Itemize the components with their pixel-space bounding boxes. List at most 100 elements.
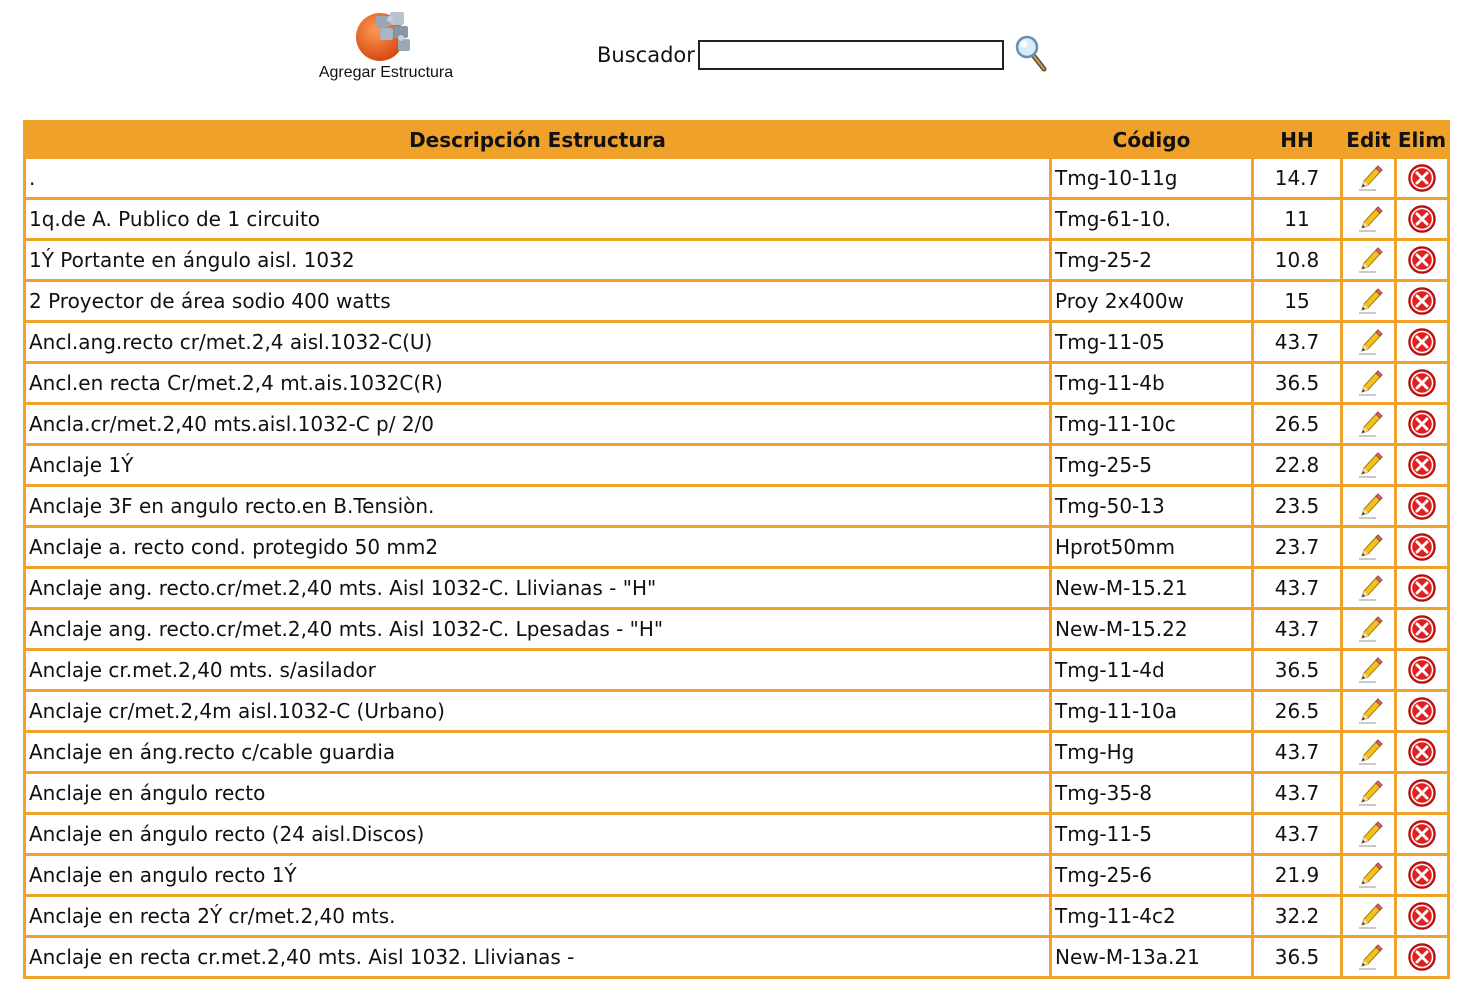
delete-icon	[1408, 205, 1436, 233]
cell-description: 1Ý Portante en ángulo aisl. 1032	[26, 241, 1049, 279]
pencil-icon	[1358, 247, 1383, 273]
delete-button[interactable]	[1397, 487, 1447, 525]
table-row: Anclaje en recta cr.met.2,40 mts. Aisl 1…	[26, 938, 1447, 976]
delete-button[interactable]	[1397, 323, 1447, 361]
cell-hh: 43.7	[1254, 733, 1340, 771]
edit-button[interactable]	[1343, 856, 1394, 894]
add-structure-button[interactable]: Agregar Estructura	[308, 8, 464, 88]
edit-button[interactable]	[1343, 200, 1394, 238]
edit-button[interactable]	[1343, 487, 1394, 525]
cell-code: Tmg-11-10c	[1052, 405, 1251, 443]
cell-hh: 36.5	[1254, 938, 1340, 976]
edit-button[interactable]	[1343, 610, 1394, 648]
edit-button[interactable]	[1343, 159, 1394, 197]
search-input[interactable]	[698, 40, 1004, 70]
cell-code: Tmg-11-05	[1052, 323, 1251, 361]
edit-button[interactable]	[1343, 692, 1394, 730]
magnifier-icon	[1015, 35, 1047, 72]
delete-button[interactable]	[1397, 405, 1447, 443]
cell-description: Anclaje 3F en angulo recto.en B.Tensiòn.	[26, 487, 1049, 525]
delete-icon	[1408, 451, 1436, 479]
edit-button[interactable]	[1343, 241, 1394, 279]
delete-icon	[1408, 533, 1436, 561]
table-body: . Tmg-10-11g 14.7 1q.de A. Publico de 1 cir…	[26, 159, 1447, 976]
cell-hh: 26.5	[1254, 692, 1340, 730]
cell-description: Anclaje en ángulo recto (24 aisl.Discos)	[26, 815, 1049, 853]
delete-button[interactable]	[1397, 692, 1447, 730]
cell-code: Tmg-Hg	[1052, 733, 1251, 771]
pencil-icon	[1358, 657, 1383, 683]
edit-button[interactable]	[1343, 897, 1394, 935]
delete-icon	[1408, 902, 1436, 930]
delete-button[interactable]	[1397, 528, 1447, 566]
cell-code: Tmg-10-11g	[1052, 159, 1251, 197]
delete-icon	[1408, 697, 1436, 725]
delete-icon	[1408, 492, 1436, 520]
cell-code: Proy 2x400w	[1052, 282, 1251, 320]
delete-button[interactable]	[1397, 364, 1447, 402]
cell-description: Anclaje en angulo recto 1Ý	[26, 856, 1049, 894]
header-code[interactable]: Código	[1052, 123, 1251, 156]
edit-button[interactable]	[1343, 569, 1394, 607]
cell-hh: 23.7	[1254, 528, 1340, 566]
cell-description: Ancla.cr/met.2,40 mts.aisl.1032-C p/ 2/0	[26, 405, 1049, 443]
cell-code: Tmg-50-13	[1052, 487, 1251, 525]
edit-button[interactable]	[1343, 651, 1394, 689]
cell-hh: 43.7	[1254, 323, 1340, 361]
delete-button[interactable]	[1397, 159, 1447, 197]
search-button[interactable]	[1014, 34, 1048, 72]
header-description[interactable]: Descripción Estructura	[26, 123, 1049, 156]
delete-button[interactable]	[1397, 856, 1447, 894]
delete-button[interactable]	[1397, 610, 1447, 648]
edit-button[interactable]	[1343, 733, 1394, 771]
pencil-icon	[1358, 411, 1383, 437]
edit-button[interactable]	[1343, 364, 1394, 402]
edit-button[interactable]	[1343, 282, 1394, 320]
cell-description: Anclaje en recta 2Ý cr/met.2,40 mts.	[26, 897, 1049, 935]
edit-button[interactable]	[1343, 323, 1394, 361]
cell-description: 1q.de A. Publico de 1 circuito	[26, 200, 1049, 238]
cell-code: Tmg-25-2	[1052, 241, 1251, 279]
table-row: 1Ý Portante en ángulo aisl. 1032 Tmg-25-2…	[26, 241, 1447, 279]
edit-button[interactable]	[1343, 446, 1394, 484]
pencil-icon	[1358, 288, 1383, 314]
cell-description: Ancl.en recta Cr/met.2,4 mt.ais.1032C(R)	[26, 364, 1049, 402]
cell-hh: 21.9	[1254, 856, 1340, 894]
table-row: 2 Proyector de área sodio 400 watts Proy …	[26, 282, 1447, 320]
table-row: Ancl.ang.recto cr/met.2,4 aisl.1032-C(U)…	[26, 323, 1447, 361]
edit-button[interactable]	[1343, 815, 1394, 853]
edit-button[interactable]	[1343, 774, 1394, 812]
cell-code: New-M-13a.21	[1052, 938, 1251, 976]
edit-button[interactable]	[1343, 405, 1394, 443]
table-row: Anclaje en recta 2Ý cr/met.2,40 mts. Tmg-…	[26, 897, 1447, 935]
pencil-icon	[1358, 698, 1383, 724]
pencil-icon	[1358, 452, 1383, 478]
delete-icon	[1408, 656, 1436, 684]
delete-button[interactable]	[1397, 241, 1447, 279]
edit-button[interactable]	[1343, 528, 1394, 566]
delete-button[interactable]	[1397, 733, 1447, 771]
delete-button[interactable]	[1397, 200, 1447, 238]
delete-button[interactable]	[1397, 282, 1447, 320]
delete-button[interactable]	[1397, 446, 1447, 484]
delete-button[interactable]	[1397, 651, 1447, 689]
delete-button[interactable]	[1397, 938, 1447, 976]
edit-button[interactable]	[1343, 938, 1394, 976]
cell-hh: 22.8	[1254, 446, 1340, 484]
delete-button[interactable]	[1397, 774, 1447, 812]
table-row: Anclaje 1Ý Tmg-25-5 22.8	[26, 446, 1447, 484]
table-row: Anclaje ang. recto.cr/met.2,40 mts. Aisl…	[26, 610, 1447, 648]
table-row: Anclaje cr/met.2,4m aisl.1032-C (Urbano)…	[26, 692, 1447, 730]
add-structure-label: Agregar Estructura	[318, 64, 454, 81]
cell-description: Anclaje en recta cr.met.2,40 mts. Aisl 1…	[26, 938, 1049, 976]
cell-hh: 15	[1254, 282, 1340, 320]
delete-button[interactable]	[1397, 569, 1447, 607]
cell-hh: 10.8	[1254, 241, 1340, 279]
delete-button[interactable]	[1397, 897, 1447, 935]
cell-hh: 32.2	[1254, 897, 1340, 935]
delete-button[interactable]	[1397, 815, 1447, 853]
delete-icon	[1408, 410, 1436, 438]
header-hh[interactable]: HH	[1254, 123, 1340, 156]
table-row: Anclaje en áng.recto c/cable guardia Tmg-…	[26, 733, 1447, 771]
search-label: Buscador	[597, 43, 695, 67]
